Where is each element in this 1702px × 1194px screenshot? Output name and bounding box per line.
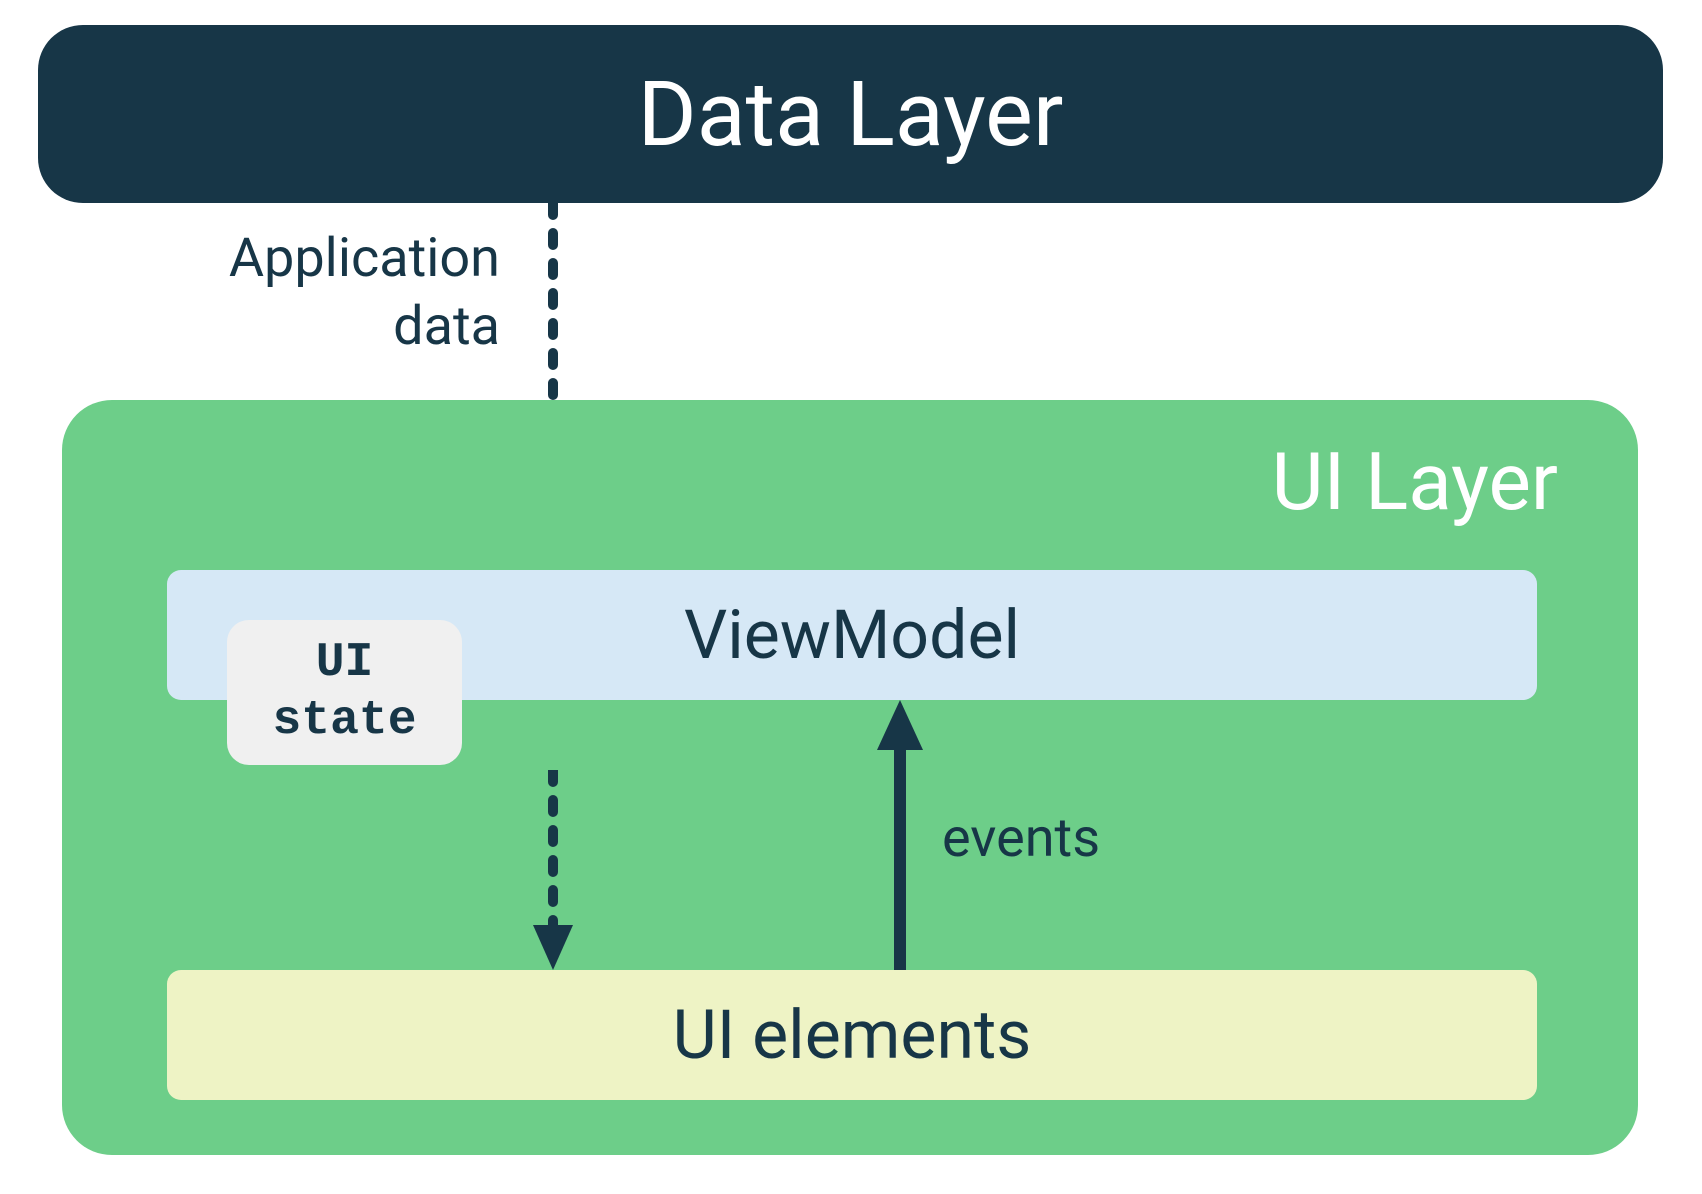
ui-state-box: UI state xyxy=(227,620,462,765)
events-label: events xyxy=(942,807,1100,870)
application-data-text: Application data xyxy=(229,227,500,358)
ui-elements-label: UI elements xyxy=(673,995,1032,1075)
ui-state-label: UI state xyxy=(272,635,416,750)
viewmodel-label: ViewModel xyxy=(684,595,1020,675)
data-layer-title: Data Layer xyxy=(638,62,1064,167)
application-data-label: Application data xyxy=(195,225,500,360)
ui-layer-title: UI Layer xyxy=(1272,435,1558,529)
ui-layer-container: UI Layer ViewModel UI state UI elements … xyxy=(62,400,1638,1155)
data-layer-box: Data Layer xyxy=(38,25,1663,203)
ui-elements-box: UI elements xyxy=(167,970,1537,1100)
